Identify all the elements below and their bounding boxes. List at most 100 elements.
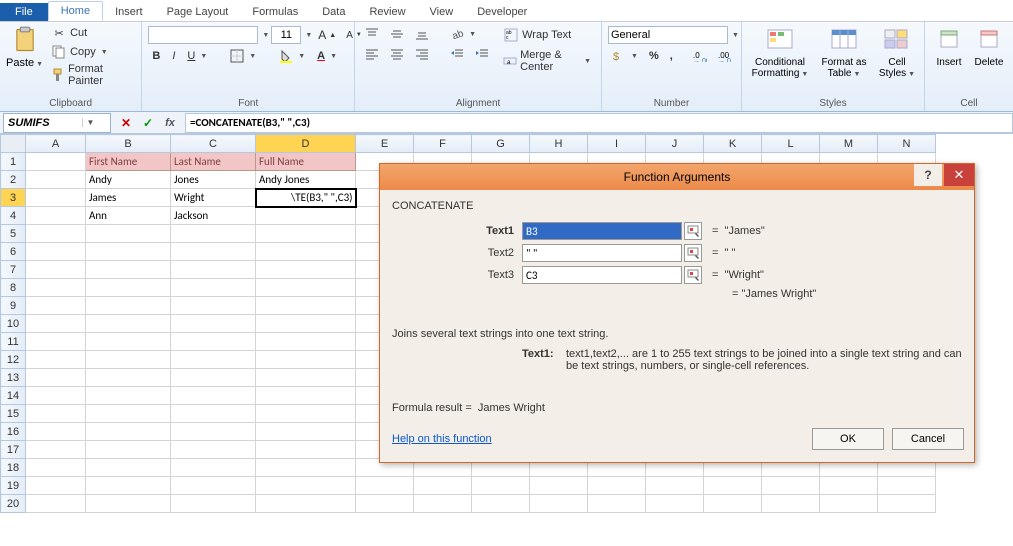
align-middle-button[interactable] — [386, 26, 408, 42]
cell[interactable]: Last Name — [171, 153, 256, 171]
row-header[interactable]: 6 — [1, 243, 26, 261]
cell[interactable] — [414, 495, 472, 513]
increase-indent-button[interactable] — [471, 46, 493, 62]
cell[interactable] — [26, 279, 86, 297]
cell[interactable] — [171, 261, 256, 279]
decrease-indent-button[interactable] — [446, 46, 468, 62]
cell[interactable] — [26, 369, 86, 387]
copy-button[interactable]: Copy▼ — [47, 43, 135, 61]
range-selector-button[interactable] — [684, 222, 702, 240]
cell[interactable] — [646, 495, 704, 513]
italic-button[interactable]: I — [168, 49, 179, 63]
dialog-help-link[interactable]: Help on this function — [392, 433, 492, 445]
cell[interactable] — [256, 387, 356, 405]
cell[interactable] — [171, 441, 256, 459]
cell[interactable] — [26, 405, 86, 423]
cell[interactable]: Wright — [171, 189, 256, 207]
cell[interactable] — [256, 333, 356, 351]
dialog-cancel-button[interactable]: Cancel — [892, 428, 964, 450]
cell[interactable] — [256, 207, 356, 225]
cell[interactable] — [26, 297, 86, 315]
align-top-button[interactable] — [361, 26, 383, 42]
percent-button[interactable]: % — [645, 49, 663, 63]
cell[interactable] — [86, 315, 171, 333]
cell[interactable] — [530, 495, 588, 513]
cell[interactable] — [26, 351, 86, 369]
formula-cancel-button[interactable]: ✕ — [117, 114, 135, 132]
cell[interactable]: Jackson — [171, 207, 256, 225]
row-header[interactable]: 4 — [1, 207, 26, 225]
row-header[interactable]: 10 — [1, 315, 26, 333]
column-header[interactable]: H — [530, 135, 588, 153]
underline-button[interactable]: U▼ — [183, 49, 211, 63]
cell[interactable] — [86, 333, 171, 351]
cell[interactable] — [171, 333, 256, 351]
wrap-text-button[interactable]: abcWrap Text — [499, 26, 595, 44]
borders-button[interactable]: ▼ — [226, 48, 260, 64]
dialog-ok-button[interactable]: OK — [812, 428, 884, 450]
cell[interactable] — [256, 495, 356, 513]
row-header[interactable]: 19 — [1, 477, 26, 495]
cell[interactable] — [26, 153, 86, 171]
cell[interactable] — [256, 351, 356, 369]
cell-styles-button[interactable] — [881, 24, 913, 56]
cell[interactable] — [26, 189, 86, 207]
cell[interactable] — [86, 297, 171, 315]
cell[interactable]: \TE(B3," ",C3) — [256, 189, 356, 207]
column-header[interactable]: C — [171, 135, 256, 153]
dialog-titlebar[interactable]: Function Arguments ? ✕ — [380, 164, 974, 190]
dialog-arg-input[interactable] — [522, 222, 682, 240]
row-header[interactable]: 5 — [1, 225, 26, 243]
name-box[interactable]: ▼ — [3, 113, 111, 133]
comma-button[interactable]: , — [666, 49, 677, 63]
cell[interactable] — [26, 459, 86, 477]
align-center-button[interactable] — [386, 46, 408, 62]
cell[interactable]: James — [86, 189, 171, 207]
row-header[interactable]: 16 — [1, 423, 26, 441]
cell[interactable] — [256, 243, 356, 261]
cell[interactable] — [86, 279, 171, 297]
cell[interactable] — [26, 171, 86, 189]
dialog-help-button[interactable]: ? — [914, 164, 942, 186]
row-header[interactable]: 2 — [1, 171, 26, 189]
cell[interactable] — [762, 495, 820, 513]
cell[interactable] — [171, 405, 256, 423]
cell[interactable] — [26, 495, 86, 513]
cell[interactable] — [26, 387, 86, 405]
cell[interactable] — [820, 477, 878, 495]
name-box-dropdown[interactable]: ▼ — [82, 118, 98, 127]
cell[interactable] — [26, 261, 86, 279]
cell[interactable] — [256, 297, 356, 315]
cell[interactable] — [878, 495, 936, 513]
tab-developer[interactable]: Developer — [465, 3, 539, 21]
cell[interactable] — [26, 423, 86, 441]
insert-function-button[interactable]: fx — [161, 114, 179, 132]
cell[interactable] — [171, 459, 256, 477]
cell[interactable] — [26, 315, 86, 333]
column-header[interactable]: D — [256, 135, 356, 153]
dialog-arg-input[interactable] — [522, 244, 682, 262]
cell[interactable] — [86, 261, 171, 279]
cell[interactable]: Full Name — [256, 153, 356, 171]
cell[interactable] — [530, 477, 588, 495]
cell[interactable]: First Name — [86, 153, 171, 171]
chevron-down-icon[interactable]: ▼ — [305, 32, 312, 39]
cell[interactable] — [26, 225, 86, 243]
cell[interactable] — [86, 387, 171, 405]
column-header[interactable]: K — [704, 135, 762, 153]
cell[interactable] — [171, 387, 256, 405]
cell[interactable] — [26, 333, 86, 351]
chevron-down-icon[interactable]: ▼ — [732, 32, 739, 39]
cell[interactable] — [472, 495, 530, 513]
select-all-corner[interactable] — [1, 135, 26, 153]
cell[interactable] — [414, 477, 472, 495]
cell[interactable] — [762, 477, 820, 495]
dialog-close-button[interactable]: ✕ — [944, 164, 974, 186]
cell[interactable] — [86, 369, 171, 387]
cell[interactable] — [646, 477, 704, 495]
cell[interactable] — [86, 477, 171, 495]
row-header[interactable]: 17 — [1, 441, 26, 459]
cell[interactable] — [86, 459, 171, 477]
column-header[interactable]: F — [414, 135, 472, 153]
format-as-table-button[interactable] — [828, 24, 860, 56]
